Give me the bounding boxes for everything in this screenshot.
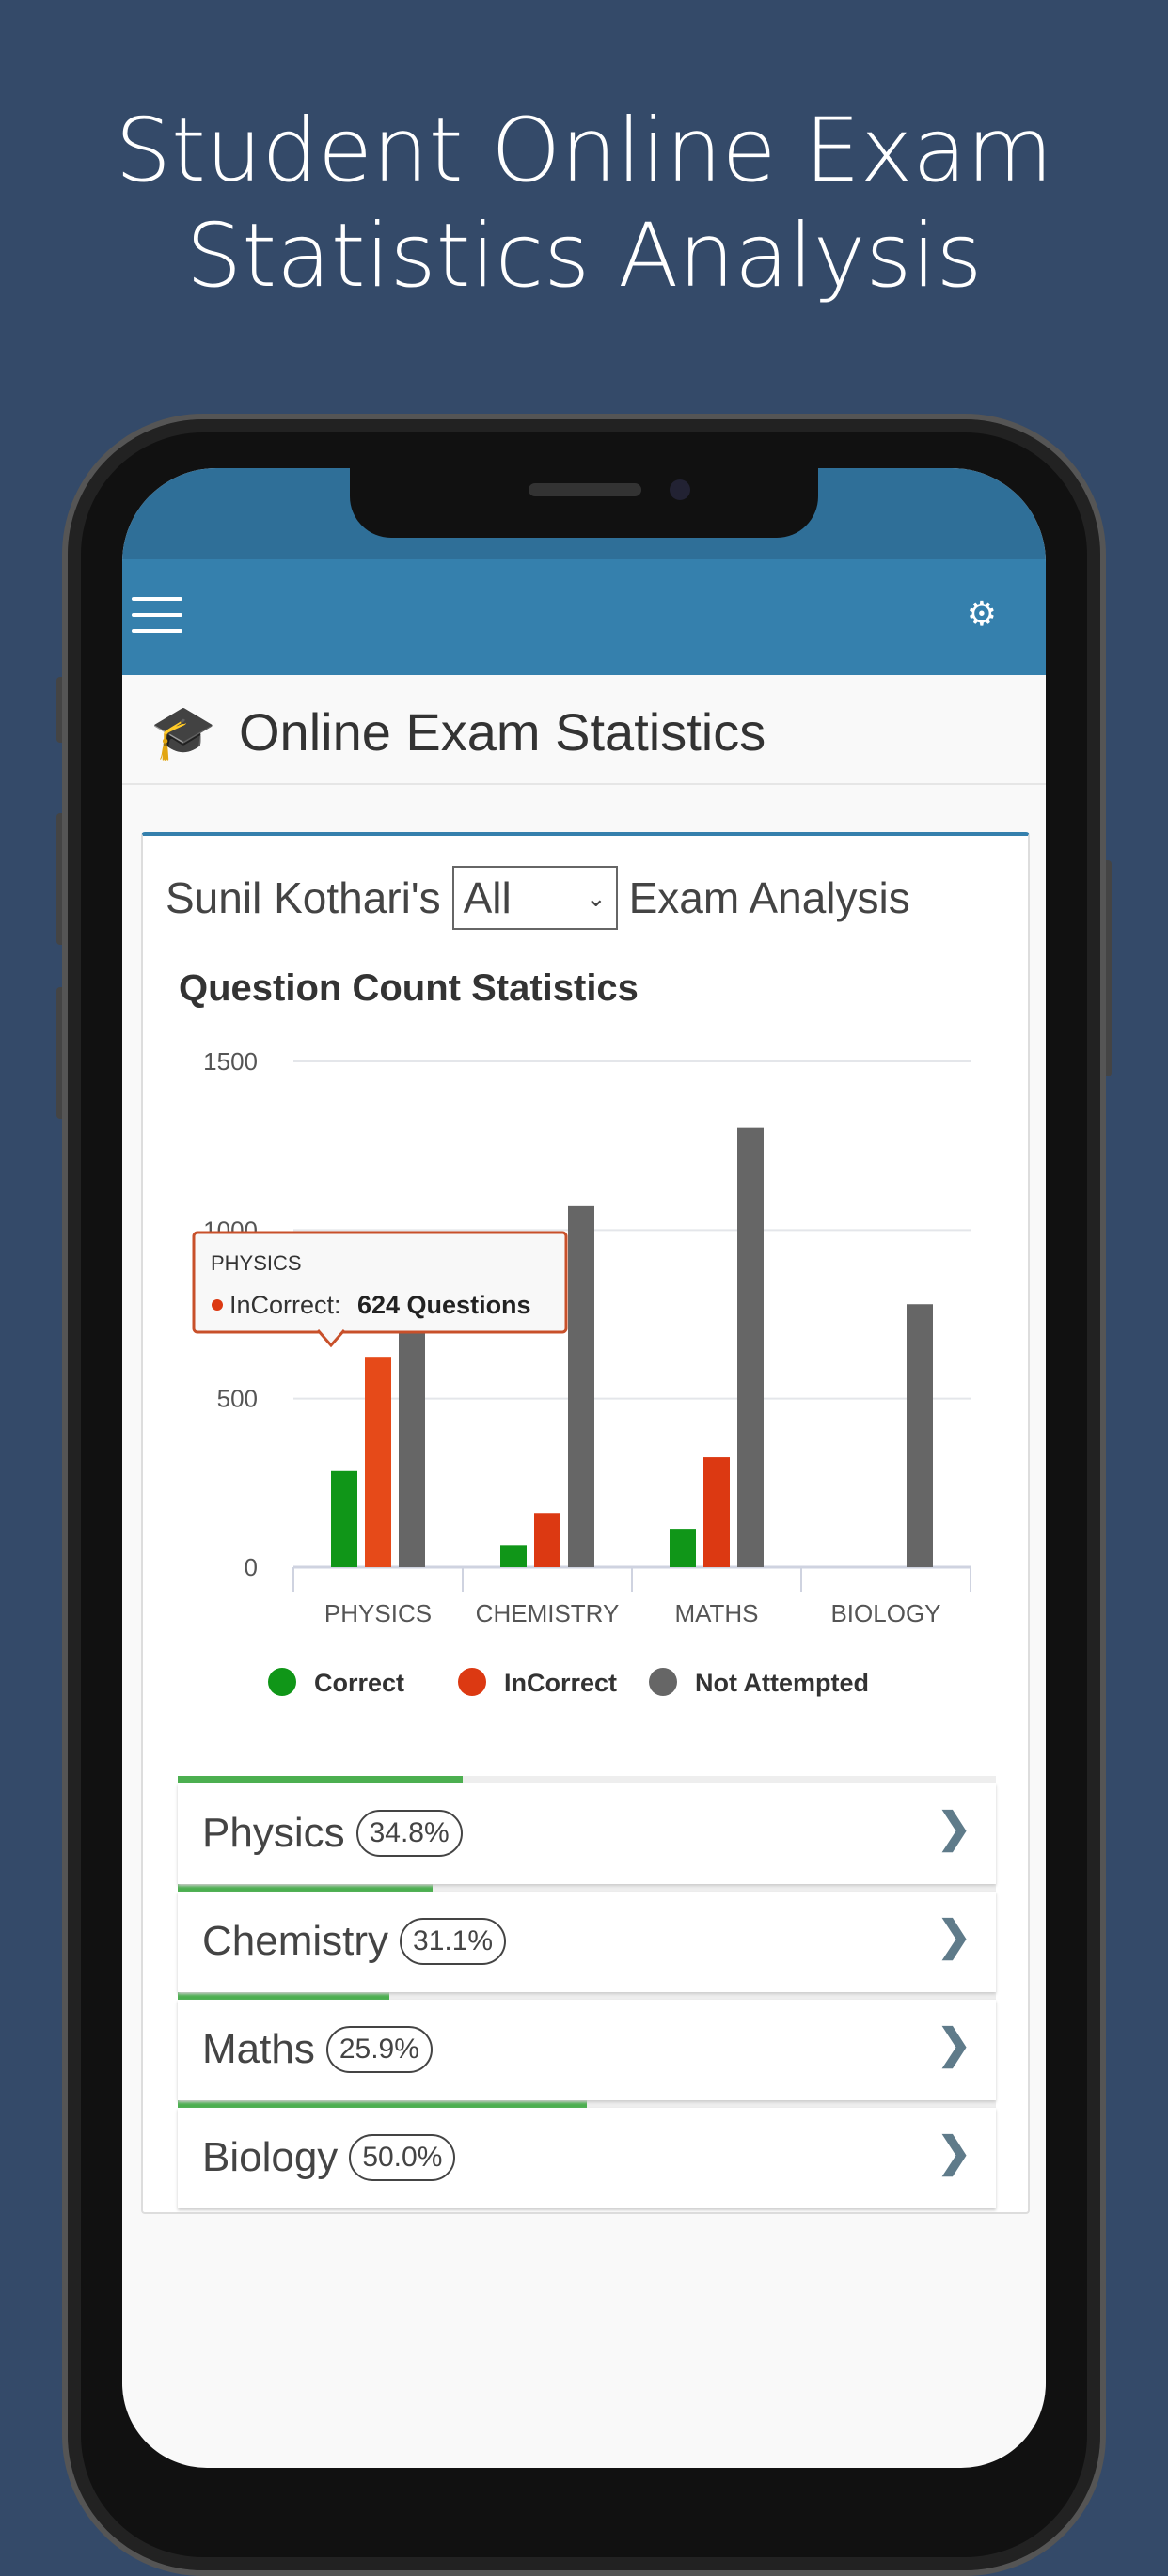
tooltip-pointer — [316, 1329, 346, 1348]
percent-badge: 31.1% — [400, 1918, 507, 1965]
subject-item-physics[interactable]: Physics 34.8% ❯ — [178, 1776, 996, 1884]
y-tick-label: 0 — [245, 1553, 258, 1581]
subject-name: Chemistry — [202, 1918, 389, 1964]
analysis-card: Sunil Kothari's All ⌄ Exam Analysis Quest… — [141, 832, 1030, 2214]
subject-name: Maths — [202, 2026, 315, 2072]
legend-swatch — [268, 1668, 296, 1696]
x-tick-label: MATHS — [674, 1599, 758, 1627]
bar-not-attempted[interactable] — [568, 1205, 594, 1567]
toolbar: ⚙ — [122, 559, 1046, 675]
subject-name: Physics — [202, 1810, 345, 1856]
list-item[interactable]: Maths 25.9% ❯ — [178, 2000, 996, 2100]
x-tick-label: BIOLOGY — [830, 1599, 940, 1627]
y-tick-label: 500 — [217, 1385, 258, 1413]
bar-chart: 050010001500PHYSICS CHEMISTRY MATHS BIOLOGY… — [192, 1047, 971, 1697]
chevron-right-icon[interactable]: ❯ — [937, 2020, 971, 2068]
subject-name: Biology — [202, 2134, 339, 2180]
progress-bar — [178, 1776, 996, 1783]
analysis-label: Exam Analysis — [628, 873, 910, 922]
chevron-down-icon: ⌄ — [585, 883, 607, 912]
subject-item-chemistry[interactable]: Chemistry 31.1% ❯ — [178, 1884, 996, 1992]
subject-item-maths[interactable]: Maths 25.9% ❯ — [178, 1992, 996, 2100]
chevron-right-icon[interactable]: ❯ — [937, 1912, 971, 1960]
percent-badge: 34.8% — [355, 1810, 463, 1857]
x-tick-label: PHYSICS — [324, 1599, 432, 1627]
tooltip-series: InCorrect: — [229, 1291, 341, 1319]
percent-badge: 50.0% — [349, 2134, 456, 2181]
list-item[interactable]: Chemistry 31.1% ❯ — [178, 1892, 996, 1992]
tooltip-dot — [212, 1299, 223, 1311]
gears-icon[interactable]: ⚙ — [967, 594, 997, 634]
chevron-right-icon[interactable]: ❯ — [937, 1804, 971, 1852]
bar-incorrect[interactable] — [365, 1357, 391, 1567]
title-bar: 🎓 Online Exam Statistics — [122, 675, 1046, 785]
list-item[interactable]: Physics 34.8% ❯ — [178, 1783, 996, 1884]
bar-not-attempted[interactable] — [737, 1127, 764, 1567]
subject-item-biology[interactable]: Biology 50.0% ❯ — [178, 2100, 996, 2208]
legend-label[interactable]: Not Attempted — [695, 1669, 869, 1697]
legend-label[interactable]: Correct — [314, 1669, 404, 1697]
bar-correct[interactable] — [500, 1545, 527, 1567]
hamburger-icon[interactable] — [132, 597, 182, 645]
bar-incorrect[interactable] — [703, 1457, 730, 1567]
promo-line-2: Statistics Analysis — [185, 205, 983, 307]
analysis-header: Sunil Kothari's All ⌄ Exam Analysis — [166, 866, 910, 930]
percent-badge: 25.9% — [325, 2026, 433, 2073]
bar-correct[interactable] — [331, 1470, 357, 1567]
progress-fill — [178, 1884, 433, 1892]
bar-not-attempted[interactable] — [907, 1304, 933, 1567]
exam-select[interactable]: All ⌄ — [451, 866, 618, 930]
student-name: Sunil Kothari's — [166, 873, 441, 922]
chart-title: Question Count Statistics — [179, 967, 639, 1009]
notch — [350, 468, 818, 538]
app-screen: ⚙ 🎓 Online Exam Statistics Sunil Kothari… — [122, 468, 1046, 2468]
chevron-right-icon[interactable]: ❯ — [937, 2128, 971, 2176]
promo-title: Student Online Exam Statistics Analysis — [0, 99, 1168, 309]
speaker — [529, 483, 641, 496]
subject-list: Physics 34.8% ❯ Chemistry 31.1% ❯ Maths 25.… — [178, 1776, 996, 2208]
page-title: Online Exam Statistics — [239, 702, 766, 762]
bar-correct[interactable] — [670, 1529, 696, 1567]
legend-label[interactable]: InCorrect — [504, 1669, 617, 1697]
progress-bar — [178, 2100, 996, 2108]
promo-line-1: Student Online Exam — [115, 100, 1053, 202]
camera — [670, 479, 690, 500]
y-tick-label: 1500 — [203, 1047, 258, 1076]
tooltip-category: PHYSICS — [211, 1251, 302, 1275]
graduation-cap-icon: 🎓 — [150, 702, 216, 762]
select-value: All — [463, 873, 512, 922]
bar-incorrect[interactable] — [534, 1513, 560, 1567]
x-tick-label: CHEMISTRY — [476, 1599, 620, 1627]
progress-fill — [178, 2100, 587, 2108]
progress-fill — [178, 1992, 390, 2000]
progress-fill — [178, 1776, 463, 1783]
progress-bar — [178, 1992, 996, 2000]
tooltip-value: 624 Questions — [357, 1291, 531, 1319]
list-item[interactable]: Biology 50.0% ❯ — [178, 2108, 996, 2208]
progress-bar — [178, 1884, 996, 1892]
legend-swatch — [649, 1668, 677, 1696]
legend-swatch — [458, 1668, 486, 1696]
